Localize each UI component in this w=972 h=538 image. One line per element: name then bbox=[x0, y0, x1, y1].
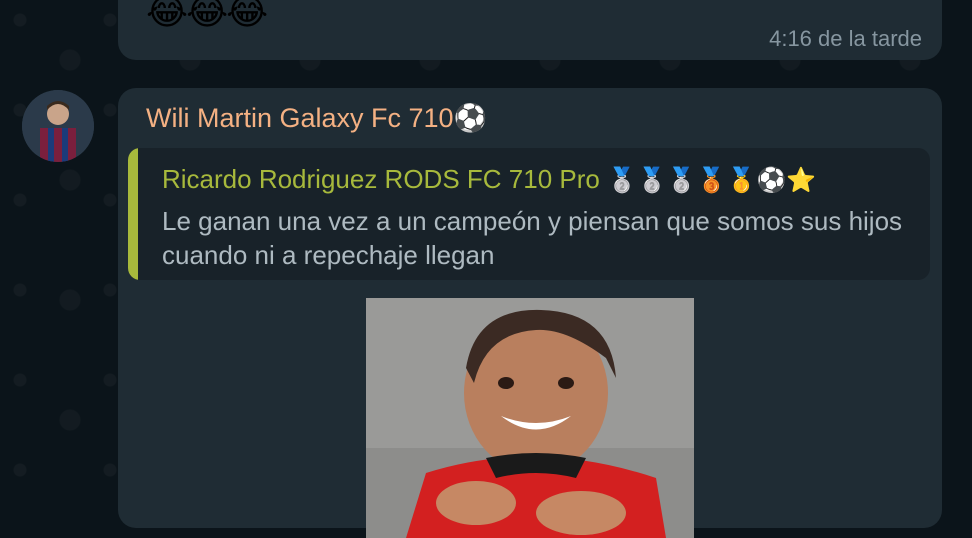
quoted-author: Ricardo Rodriguez RODS FC 710 Pro 🥈🥈🥈🥉🥇⚽… bbox=[162, 164, 816, 195]
meme-image-graphic bbox=[366, 298, 694, 538]
medal-emojis: 🥈🥈🥈🥉🥇⚽⭐ bbox=[607, 166, 817, 194]
message-bubble[interactable]: Wili Martin Galaxy Fc 710⚽ Ricardo Rodri… bbox=[118, 88, 942, 538]
meme-image[interactable] bbox=[366, 298, 694, 538]
sender-avatar[interactable] bbox=[22, 90, 94, 162]
laughing-emojis: 😂😂😂 bbox=[146, 0, 268, 33]
avatar-image bbox=[22, 90, 94, 162]
sender-name[interactable]: Wili Martin Galaxy Fc 710⚽ bbox=[146, 102, 487, 134]
quote-accent-bar bbox=[128, 148, 138, 280]
previous-message-bubble[interactable]: 😂😂😂 4:16 de la tarde bbox=[118, 0, 942, 60]
message-timestamp: 4:16 de la tarde bbox=[769, 26, 922, 51]
quoted-message[interactable]: Ricardo Rodriguez RODS FC 710 Pro 🥈🥈🥈🥉🥇⚽… bbox=[128, 148, 930, 280]
quoted-text: Le ganan una vez a un campeón y piensan … bbox=[162, 206, 903, 270]
quoted-author-name: Ricardo Rodriguez RODS FC 710 Pro bbox=[162, 164, 600, 194]
